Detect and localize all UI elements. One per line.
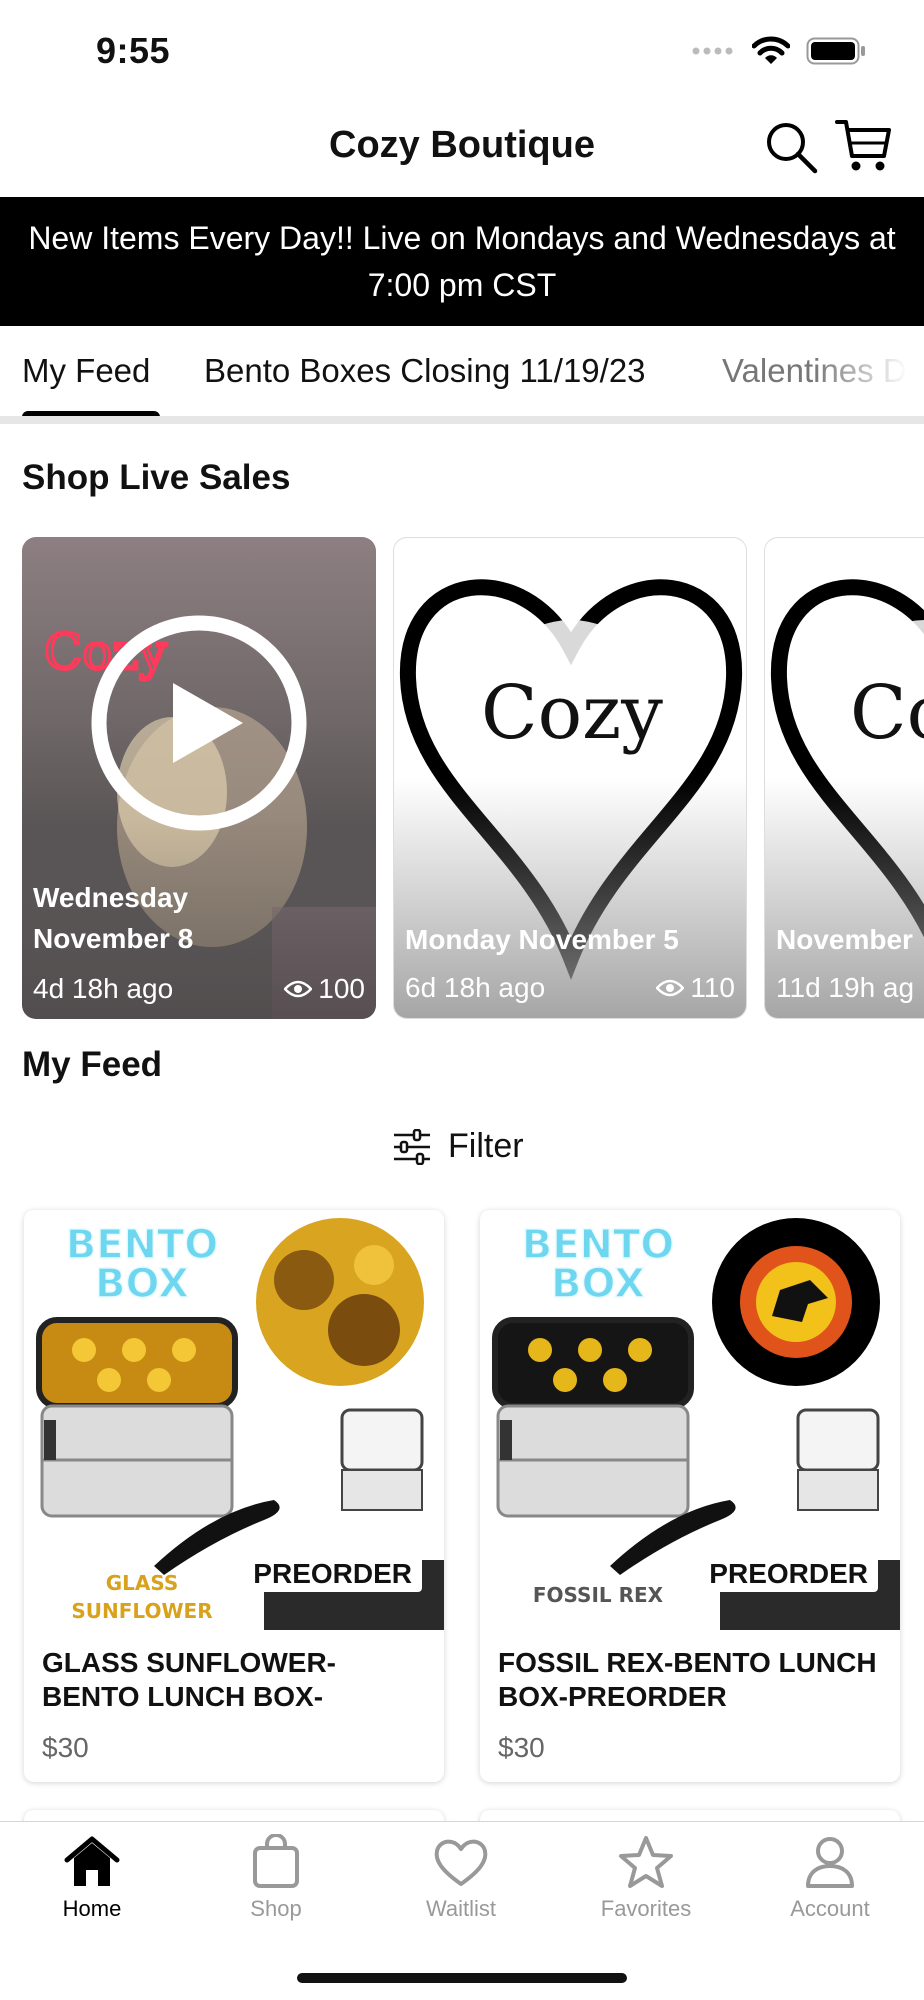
live-date-line2: November 8 <box>33 923 194 954</box>
live-sales-title: Shop Live Sales <box>22 458 291 497</box>
eye-icon <box>656 979 685 997</box>
image-caption-line2: SUNFLOWER <box>71 1599 212 1623</box>
product-name: GLASS SUNFLOWER-BENTO LUNCH BOX- <box>42 1647 336 1712</box>
live-time-ago: 11d 19h ag <box>776 972 915 1003</box>
product-price: $30 <box>42 1732 89 1763</box>
eye-icon <box>284 980 313 998</box>
live-sales-carousel[interactable]: Cozy Wednesday November 8 4d 18h ago 100… <box>22 537 924 1019</box>
status-icons <box>692 36 866 66</box>
search-icon[interactable] <box>764 120 818 174</box>
image-title-line2: BOX <box>551 1261 645 1307</box>
my-feed-title: My Feed <box>22 1045 163 1084</box>
app-header: Cozy Boutique <box>0 100 924 197</box>
nav-home-label: Home <box>62 1896 122 1921</box>
nav-waitlist-label: Waitlist <box>425 1896 497 1921</box>
tab-bento-boxes[interactable]: Bento Boxes Closing 11/19/23 <box>204 352 646 390</box>
live-sale-card[interactable]: Cozy Monday November 5 6d 18h ago 110 <box>393 537 747 1019</box>
preorder-badge: PREORDER <box>243 1556 422 1592</box>
nav-home[interactable]: Home <box>17 1834 167 1922</box>
live-time-ago: 6d 18h ago <box>405 972 546 1003</box>
svg-text:Co: Co <box>850 670 924 756</box>
person-icon <box>806 1837 854 1888</box>
home-icon <box>64 1836 120 1886</box>
nav-account[interactable]: Account <box>755 1834 905 1922</box>
nav-favorites[interactable]: Favorites <box>571 1834 721 1922</box>
heart-icon <box>434 1839 488 1886</box>
live-views: 110 <box>656 972 735 1004</box>
live-date-line2: November <box>776 924 913 955</box>
nav-waitlist[interactable]: Waitlist <box>386 1834 536 1922</box>
live-sale-card[interactable]: Co November 11d 19h ag <box>764 537 924 1019</box>
signal-icon <box>692 47 733 55</box>
play-icon[interactable] <box>91 615 307 831</box>
wifi-icon <box>752 36 790 64</box>
live-date-line1: Wednesday <box>33 882 189 913</box>
nav-shop[interactable]: Shop <box>201 1834 351 1922</box>
live-sale-card[interactable]: Cozy Wednesday November 8 4d 18h ago 100 <box>22 537 376 1019</box>
image-caption-line1: FOSSIL REX <box>533 1583 664 1607</box>
live-time-ago: 4d 18h ago <box>33 973 174 1004</box>
preorder-badge: PREORDER <box>699 1556 878 1592</box>
cart-icon[interactable] <box>834 116 894 176</box>
nav-favorites-label: Favorites <box>600 1896 692 1921</box>
tab-active-indicator <box>22 411 160 416</box>
tabs-fade <box>814 326 924 416</box>
image-caption-line1: GLASS <box>106 1571 179 1595</box>
shopping-bag-icon <box>253 1834 299 1888</box>
star-icon <box>619 1836 673 1888</box>
live-view-count: 110 <box>690 972 735 1003</box>
filter-sliders-icon <box>394 1128 430 1165</box>
announcement-banner: New Items Every Day!! Live on Mondays an… <box>0 197 924 326</box>
product-name: FOSSIL REX-BENTO LUNCH BOX-PREORDER <box>498 1647 877 1712</box>
live-views: 100 <box>284 973 365 1005</box>
live-date-line2: Monday November 5 <box>405 924 679 955</box>
home-indicator <box>297 1973 627 1983</box>
image-title-line2: BOX <box>95 1261 189 1307</box>
filter-button[interactable]: Filter <box>392 1127 524 1166</box>
battery-icon <box>806 37 865 65</box>
category-tabs: My Feed Bento Boxes Closing 11/19/23 Val… <box>0 326 924 424</box>
status-time: 9:55 <box>96 30 171 71</box>
nav-account-label: Account <box>790 1896 870 1921</box>
tab-my-feed[interactable]: My Feed <box>22 352 150 390</box>
filter-label: Filter <box>448 1127 524 1165</box>
live-view-count: 100 <box>318 973 365 1004</box>
svg-text:Cozy: Cozy <box>481 670 663 756</box>
product-price: $30 <box>498 1732 545 1763</box>
product-card[interactable]: BENTO BOX FOSSIL REX PREORDER FOSSIL REX… <box>480 1210 900 1782</box>
status-bar: 9:55 <box>0 0 924 100</box>
product-card[interactable]: BENTO BOX GLASS SUNFLOWER PREORDER GLASS… <box>24 1210 444 1782</box>
nav-shop-label: Shop <box>250 1896 302 1921</box>
